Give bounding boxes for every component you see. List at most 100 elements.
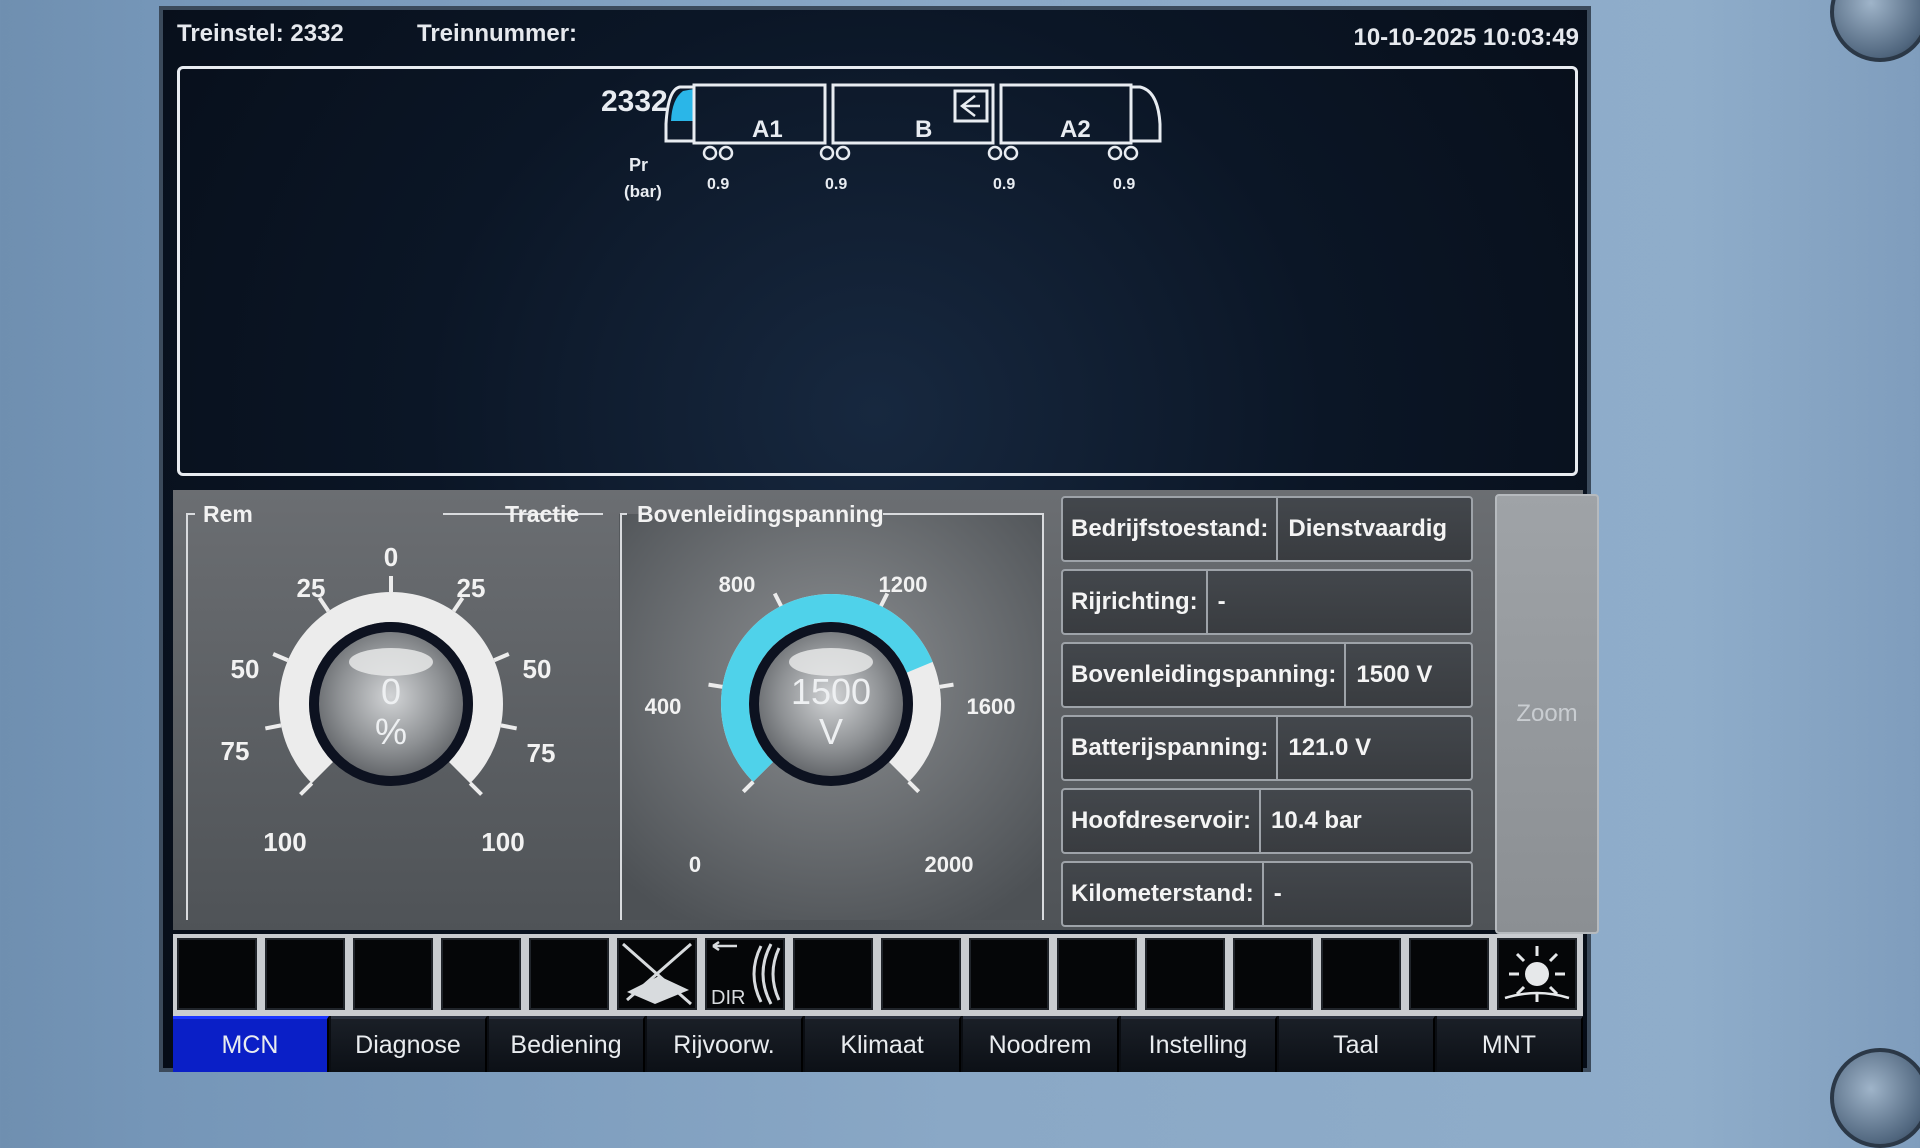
tick-label: 75 xyxy=(527,738,556,768)
info-row-bedrijfstoestand: Bedrijfstoestand: Dienstvaardig xyxy=(1061,496,1473,562)
tick-label: 0 xyxy=(689,852,701,877)
tick-label: 25 xyxy=(297,573,326,603)
car-b[interactable] xyxy=(831,83,995,145)
tab-bar: MCN Diagnose Bediening Rijvoorw. Klimaat… xyxy=(173,1016,1583,1072)
tab-noodrem[interactable]: Noodrem xyxy=(963,1016,1119,1072)
gauge-tick xyxy=(493,652,510,663)
tick-label: 0 xyxy=(384,542,398,572)
gauge-tick xyxy=(272,652,289,663)
tick-label: 1600 xyxy=(967,694,1016,719)
info-row-kilometerstand: Kilometerstand: - xyxy=(1061,861,1473,927)
info-value: Dienstvaardig xyxy=(1288,515,1448,542)
tractie-value: 0 xyxy=(381,671,401,712)
info-key: Bovenleidingspanning: xyxy=(1063,644,1347,706)
info-key: Kilometerstand: xyxy=(1063,863,1264,925)
info-panel: Bedrijfstoestand: Dienstvaardig Rijricht… xyxy=(1061,490,1486,930)
status-slot[interactable] xyxy=(353,938,433,1010)
tick-label: 75 xyxy=(221,736,250,766)
tick-label: 2000 xyxy=(925,852,974,877)
pressure-value: 0.9 xyxy=(707,176,729,193)
pressure-unit: (bar) xyxy=(624,182,662,201)
tick-label: 25 xyxy=(457,573,486,603)
info-value: - xyxy=(1273,880,1282,907)
active-cab-indicator xyxy=(671,89,694,121)
bezel-knob-bottom[interactable] xyxy=(1830,1048,1920,1148)
car-label-a2: A2 xyxy=(1060,116,1091,143)
status-slot[interactable] xyxy=(1409,938,1489,1010)
zoom-button[interactable]: Zoom xyxy=(1495,494,1599,934)
train-overview-panel: 2332 A1 B A2 Pr (bar) 0.9 0.9 0.9 0.9 xyxy=(177,66,1578,476)
tractie-label: Tractie xyxy=(505,501,579,527)
voltage-unit: V xyxy=(819,711,843,752)
rem-label: Rem xyxy=(203,501,253,527)
info-key: Batterijspanning: xyxy=(1063,717,1279,779)
tick-label: 100 xyxy=(263,827,306,857)
tractie-unit: % xyxy=(375,711,407,752)
info-value: 1500 V xyxy=(1356,661,1433,688)
info-key: Bedrijfstoestand: xyxy=(1063,498,1279,560)
tractie-gauge: Rem Tractie 0 % 0 25 50 75 100 25 50 75 … xyxy=(186,501,603,920)
status-slot[interactable] xyxy=(881,938,961,1010)
train-diagram: 2332 A1 B A2 Pr (bar) 0.9 0.9 0.9 0.9 xyxy=(601,83,1162,201)
status-slot[interactable] xyxy=(265,938,345,1010)
tab-bediening[interactable]: Bediening xyxy=(489,1016,645,1072)
info-row-bovenleidingspanning: Bovenleidingspanning: 1500 V xyxy=(1061,642,1473,708)
gauge-tick xyxy=(708,682,723,689)
tab-rijvoorw[interactable]: Rijvoorw. xyxy=(647,1016,803,1072)
car-label-a1: A1 xyxy=(752,116,783,143)
datetime: 10-10-2025 10:03:49 xyxy=(1353,24,1579,51)
info-value: - xyxy=(1217,588,1226,615)
info-value: 121.0 V xyxy=(1288,734,1372,761)
train-number: 2332 xyxy=(601,85,668,118)
mcn-display: Treinstel: 2332 Treinnummer: 10-10-2025 … xyxy=(159,6,1599,1072)
gauge-tick xyxy=(939,682,954,689)
status-slot[interactable] xyxy=(1233,938,1313,1010)
tab-diagnose[interactable]: Diagnose xyxy=(331,1016,487,1072)
tab-instelling[interactable]: Instelling xyxy=(1121,1016,1277,1072)
tick-label: 1200 xyxy=(879,572,928,597)
bovenleidingspanning-gauge: Bovenleidingspanning 1500 V 0 400 800 12… xyxy=(619,501,1044,920)
status-slot[interactable] xyxy=(1321,938,1401,1010)
status-icon-strip: DIR xyxy=(173,934,1583,1016)
gauge-tick xyxy=(299,781,314,796)
direction-icon[interactable]: DIR xyxy=(705,938,785,1010)
tick-label: 50 xyxy=(523,654,552,684)
info-row-rijrichting: Rijrichting: - xyxy=(1061,569,1473,635)
tab-mnt[interactable]: MNT xyxy=(1437,1016,1583,1072)
status-slot[interactable] xyxy=(1145,938,1225,1010)
tick-label: 800 xyxy=(719,572,756,597)
status-slot[interactable] xyxy=(969,938,1049,1010)
pantograph-down-icon[interactable] xyxy=(617,938,697,1010)
tick-label: 100 xyxy=(481,827,524,857)
tab-klimaat[interactable]: Klimaat xyxy=(805,1016,961,1072)
bogies xyxy=(702,145,1139,161)
tick-label: 50 xyxy=(231,654,260,684)
tab-mcn[interactable]: MCN xyxy=(173,1016,329,1072)
info-key: Rijrichting: xyxy=(1063,571,1208,633)
pressure-value: 0.9 xyxy=(825,176,847,193)
pressure-value: 0.9 xyxy=(993,176,1015,193)
pressure-label: Pr xyxy=(629,155,648,175)
dir-label: DIR xyxy=(711,987,745,1008)
status-slot[interactable] xyxy=(441,938,521,1010)
gauge-tick xyxy=(500,723,518,731)
bezel-knob-top[interactable] xyxy=(1830,0,1920,62)
car-a2-cab xyxy=(1131,85,1162,143)
voltage-value: 1500 xyxy=(791,671,871,712)
car-label-b: B xyxy=(915,116,932,143)
tab-taal[interactable]: Taal xyxy=(1279,1016,1435,1072)
info-row-batterijspanning: Batterijspanning: 121.0 V xyxy=(1061,715,1473,781)
pressure-value: 0.9 xyxy=(1113,176,1135,193)
gauge-tick xyxy=(468,781,483,796)
voltage-gauge-label: Bovenleidingspanning xyxy=(637,501,884,527)
tick-label: 400 xyxy=(645,694,682,719)
status-slot[interactable] xyxy=(793,938,873,1010)
brightness-icon[interactable] xyxy=(1497,938,1577,1010)
lower-panel: Rem Tractie 0 % 0 25 50 75 100 25 50 75 … xyxy=(173,490,1599,934)
status-slot[interactable] xyxy=(1057,938,1137,1010)
info-key: Hoofdreservoir: xyxy=(1063,790,1262,852)
treinnummer-label: Treinnummer: xyxy=(417,20,578,47)
treinstel-label: Treinstel: 2332 xyxy=(177,20,344,47)
status-slot[interactable] xyxy=(177,938,257,1010)
status-slot[interactable] xyxy=(529,938,609,1010)
